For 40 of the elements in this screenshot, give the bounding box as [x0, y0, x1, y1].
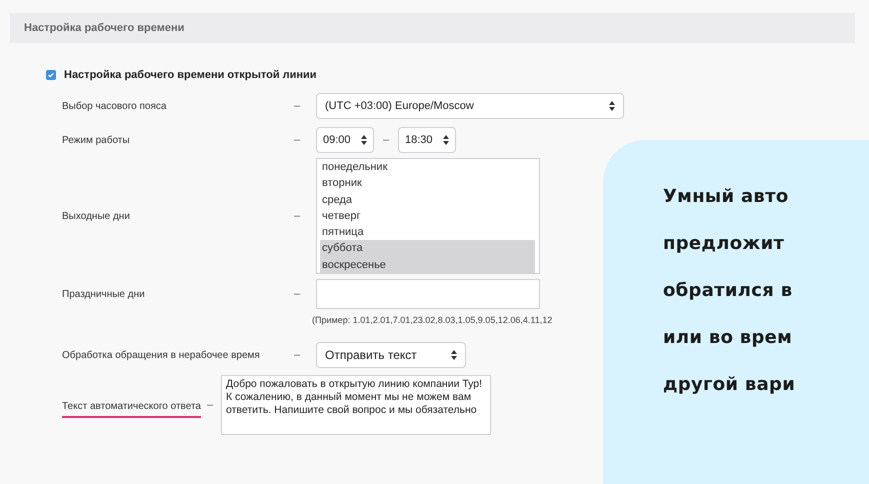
separator: – [294, 134, 302, 146]
hint-text: (Пример: 1.01,2.01,7.01,23.02,8.03,1.05,9.05,12.06,4.11,12 [312, 315, 554, 325]
separator: – [207, 399, 214, 411]
day-option[interactable]: четверг [320, 208, 535, 224]
reply-textarea[interactable]: Добро пожаловать в открытую линию компании Тур! К сожалению, в данный момент мы не можем вам ответить. Напишите свой вопрос и мы обязательно [221, 375, 491, 435]
day-option[interactable]: среда [320, 192, 535, 208]
holidays-input[interactable] [316, 279, 540, 309]
days-listbox[interactable]: понедельник вторник среда четверг пятница суббота воскресенье [316, 158, 540, 274]
time-select[interactable]: 18:30 [398, 127, 456, 153]
day-option[interactable]: пятница [320, 224, 535, 240]
field-label: Режим работы [62, 134, 131, 146]
section-title: Настройка рабочего времени [24, 22, 184, 34]
updown-icon [361, 135, 367, 145]
separator: – [382, 134, 390, 146]
checkbox[interactable] [46, 70, 56, 80]
separator: – [294, 288, 302, 300]
day-option[interactable]: суббота [320, 240, 535, 257]
day-option[interactable]: вторник [320, 175, 535, 192]
updown-icon [451, 350, 457, 360]
callout-text: или во врем [663, 326, 794, 350]
callout-text: предложит [663, 232, 786, 256]
callout-text: обратился в [663, 279, 794, 303]
day-option[interactable]: понедельник [320, 159, 535, 176]
separator: – [294, 210, 302, 222]
day-option[interactable]: воскресенье [320, 256, 535, 274]
updown-icon [443, 135, 449, 145]
timezone-select[interactable]: (UTC +03:00) Europe/Moscow [316, 93, 624, 119]
field-label: Обработка обращения в нерабочее время [62, 350, 261, 360]
callout-text: другой вари [663, 373, 796, 397]
field-label: Текст автоматического ответа [62, 400, 201, 418]
updown-icon [609, 101, 615, 111]
field-label: Выходные дни [62, 210, 131, 222]
separator: – [294, 100, 302, 112]
action-select[interactable]: Отправить текст [316, 342, 466, 368]
separator: – [294, 349, 302, 361]
callout-text: Умный авто [663, 185, 790, 209]
time-select[interactable]: 09:00 [316, 127, 374, 153]
checkbox-label: Настройка рабочего времени открытой линии [64, 69, 317, 81]
field-label: Праздничные дни [62, 288, 146, 300]
field-label: Выбор часового пояса [62, 100, 168, 112]
